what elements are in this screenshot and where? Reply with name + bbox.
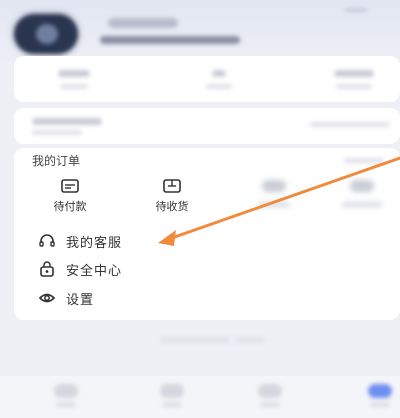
stat-label-2 [206, 84, 232, 89]
avatar[interactable] [14, 14, 78, 54]
headset-icon [38, 232, 56, 250]
stat-label-3 [336, 84, 372, 89]
wallet-label-blurred [32, 118, 102, 125]
nav-tab-2-label [162, 402, 182, 407]
bottom-navigation [0, 376, 400, 418]
menu-label-customer-service: 我的客服 [66, 235, 123, 251]
user-name-blurred [108, 18, 178, 28]
stats-card [14, 56, 400, 102]
menu-item-settings[interactable]: 设置 [38, 287, 94, 309]
stat-value-3 [334, 70, 374, 77]
package-icon [163, 178, 181, 193]
order-pending-payment[interactable]: 待付款 [40, 178, 100, 214]
wallet-link-blurred [310, 122, 390, 127]
wallet-card[interactable] [14, 108, 400, 144]
menu-item-customer-service[interactable]: 我的客服 [38, 230, 122, 252]
order-pending-receipt[interactable]: 待收货 [142, 178, 202, 214]
menu-label-security-center: 安全中心 [66, 263, 123, 279]
orders-view-all-blurred[interactable] [344, 158, 384, 163]
menu-label-settings: 设置 [66, 292, 95, 308]
nav-tab-3-label [260, 402, 280, 407]
order-pending-receipt-label: 待收货 [155, 200, 189, 213]
nav-tab-2[interactable] [160, 384, 184, 398]
shield-icon [38, 260, 56, 278]
settings-icon [38, 289, 56, 307]
status-indicator [345, 8, 367, 12]
nav-tab-1[interactable] [54, 384, 78, 398]
stat-label-1 [60, 84, 88, 89]
nav-tab-4-active[interactable] [368, 384, 392, 398]
nav-tab-4-label [370, 402, 390, 407]
order-pending-payment-label: 待付款 [53, 200, 87, 213]
footer-text-blurred [160, 337, 230, 343]
menu-item-security-center[interactable]: 安全中心 [38, 258, 122, 280]
user-id-blurred [100, 36, 240, 44]
stat-value-2 [212, 70, 226, 77]
order-item-4-blurred[interactable] [332, 178, 392, 207]
stat-value-1 [58, 70, 90, 77]
orders-menu-card: 我的订单 待付款 待收货 我的客服 安全中心 设置 [14, 148, 400, 320]
wallet-sub-blurred [32, 130, 82, 135]
wallet-card-icon [61, 178, 79, 193]
nav-tab-3[interactable] [258, 384, 282, 398]
orders-title: 我的订单 [32, 154, 81, 168]
order-item-3-blurred[interactable] [244, 178, 304, 207]
nav-tab-1-label [56, 402, 76, 407]
footer-text-blurred-2 [235, 337, 265, 343]
